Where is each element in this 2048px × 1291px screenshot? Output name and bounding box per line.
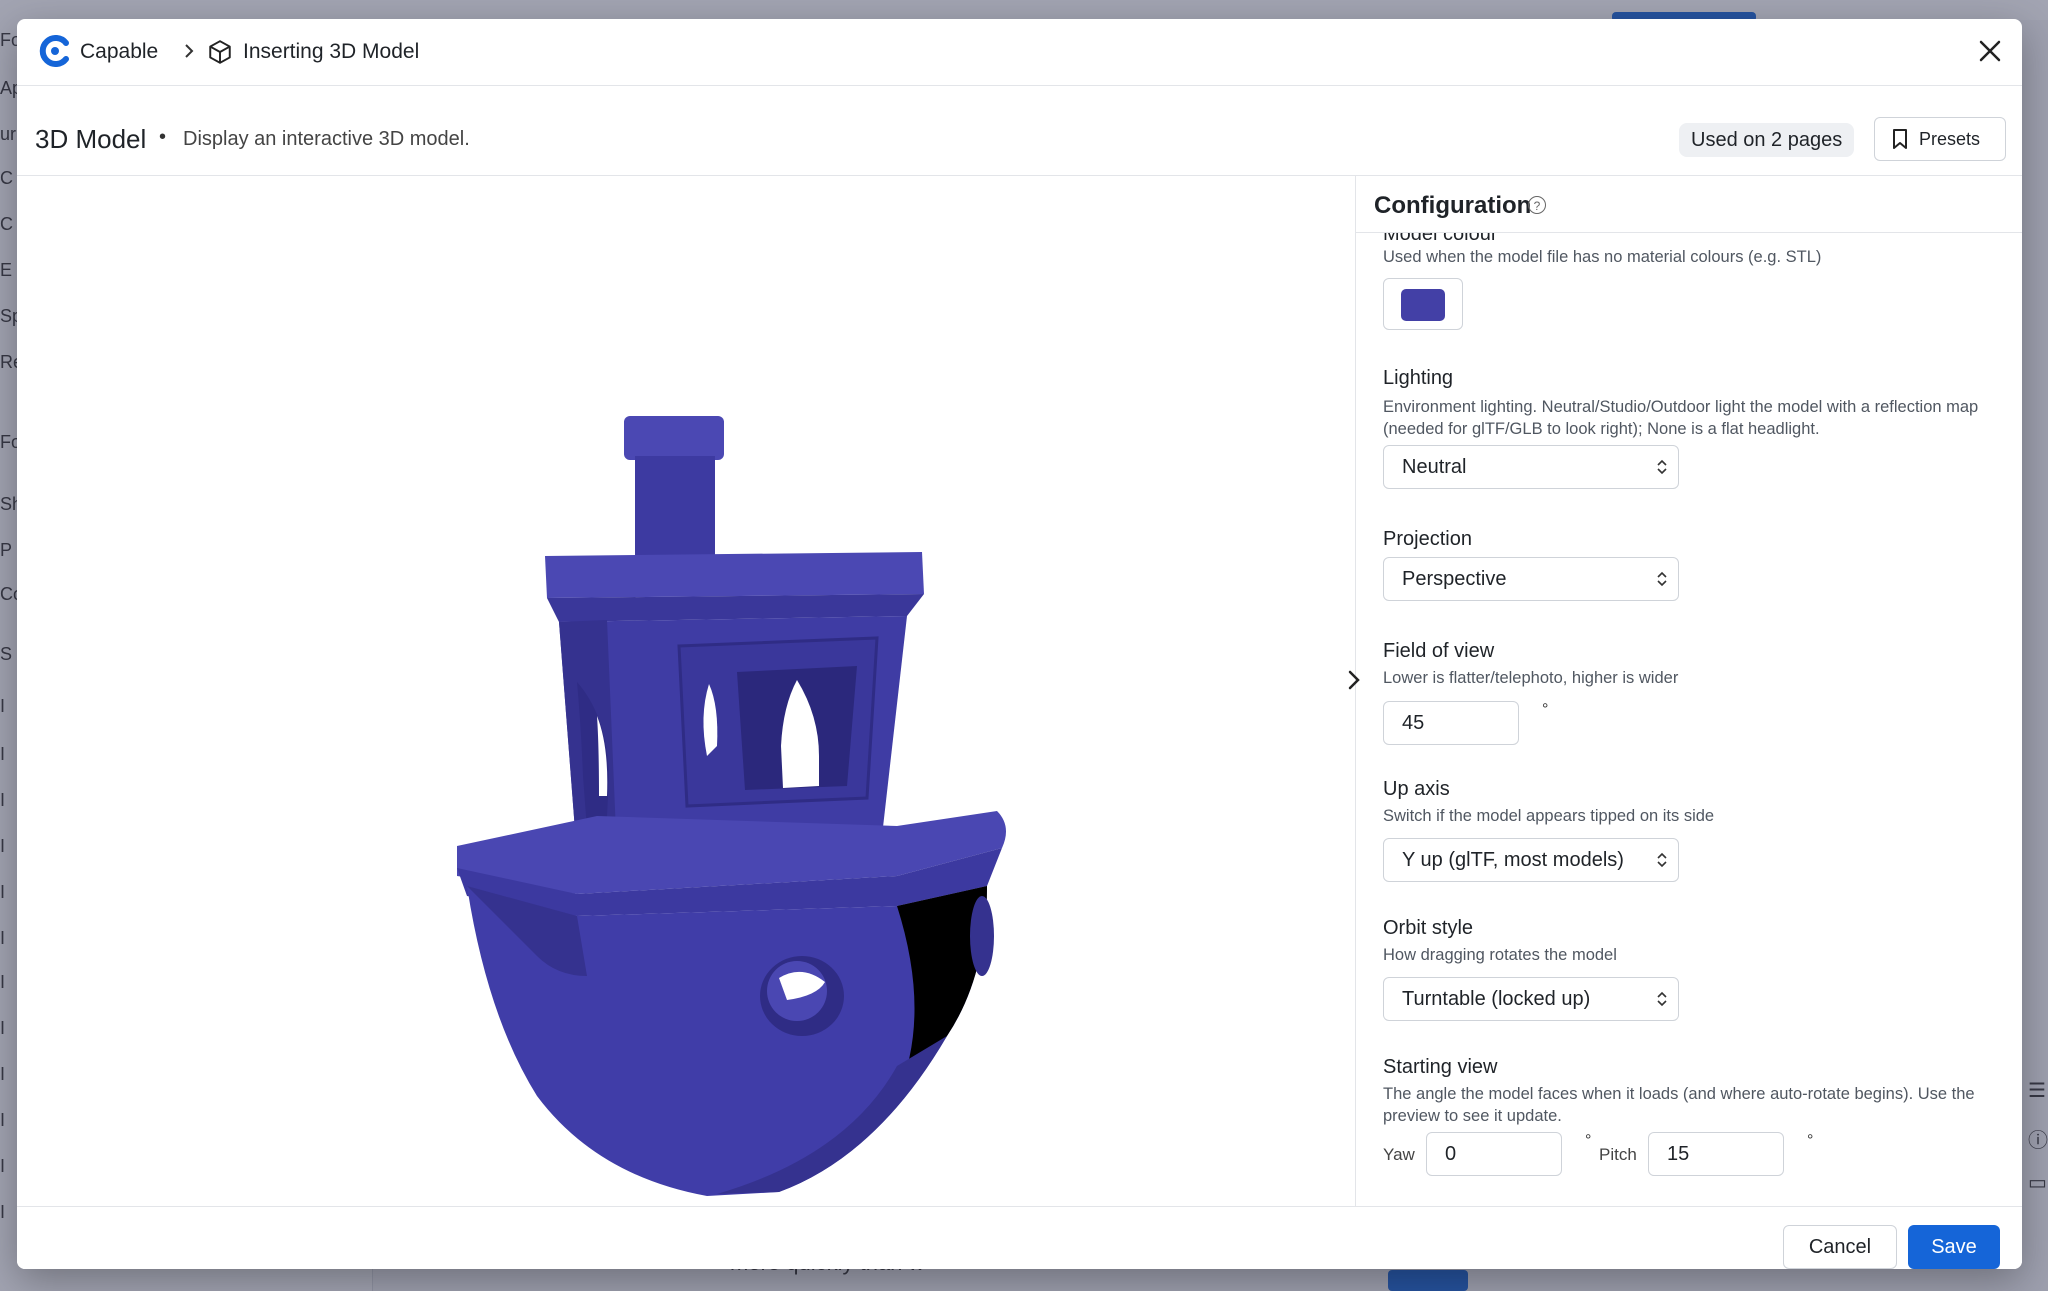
insert-3d-model-dialog: Capable Inserting 3D Model 3D Model • Di… xyxy=(17,19,2022,1269)
projection-value: Perspective xyxy=(1402,568,1507,590)
3d-model-render[interactable] xyxy=(427,416,1007,1196)
help-icon[interactable]: ? xyxy=(1528,196,1546,214)
save-button[interactable]: Save xyxy=(1908,1225,2000,1269)
yaw-label: Yaw xyxy=(1383,1145,1415,1164)
breadcrumb-title: Inserting 3D Model xyxy=(243,40,420,63)
close-icon[interactable] xyxy=(1972,33,2008,69)
chevron-right-icon xyxy=(185,44,194,58)
bookmark-icon xyxy=(1893,129,1907,149)
capable-logo-icon xyxy=(39,35,69,67)
pitch-input[interactable]: 15 xyxy=(1648,1132,1784,1176)
configuration-header: Configuration ? xyxy=(1356,176,2022,233)
field-of-view-description: Lower is flatter/telephoto, higher is wi… xyxy=(1383,669,1679,687)
orbit-style-value: Turntable (locked up) xyxy=(1402,988,1591,1010)
lighting-select[interactable]: Neutral xyxy=(1383,445,1679,489)
model-colour-description: Used when the model file has no material… xyxy=(1383,248,1822,266)
title-separator: • xyxy=(159,126,167,148)
configuration-form[interactable]: Model colour Used when the model file ha… xyxy=(1356,233,2022,1206)
configuration-title: Configuration xyxy=(1374,192,1532,219)
usage-badge[interactable]: Used on 2 pages xyxy=(1679,123,1855,157)
yaw-input[interactable]: 0 xyxy=(1426,1132,1562,1176)
block-title: 3D Model xyxy=(35,124,147,154)
pitch-label: Pitch xyxy=(1599,1145,1637,1164)
field-of-view-input[interactable]: 45 xyxy=(1383,701,1519,745)
model-colour-picker[interactable] xyxy=(1383,278,1463,330)
lighting-label: Lighting xyxy=(1383,367,1454,389)
model-colour-label: Model colour xyxy=(1383,233,1498,245)
yaw-unit: ° xyxy=(1585,1132,1592,1149)
pitch-unit: ° xyxy=(1807,1132,1814,1149)
dialog-subheader: 3D Model • Display an interactive 3D mod… xyxy=(17,86,2022,176)
orbit-style-label: Orbit style xyxy=(1383,917,1474,939)
field-of-view-label: Field of view xyxy=(1383,640,1495,662)
model-preview[interactable] xyxy=(17,176,1360,1206)
lighting-description: Environment lighting. Neutral/Studio/Out… xyxy=(1383,398,1979,438)
starting-view-description: The angle the model faces when it loads … xyxy=(1383,1085,1975,1125)
breadcrumb-brand[interactable]: Capable xyxy=(80,40,158,64)
configuration-panel: Configuration ? Model colour Used when t… xyxy=(1356,176,2022,1206)
updown-chevron-icon xyxy=(1657,991,1667,1007)
dialog-header: Capable Inserting 3D Model xyxy=(17,19,2022,86)
cube-icon xyxy=(209,40,231,64)
lighting-value: Neutral xyxy=(1402,456,1467,478)
starting-view-label: Starting view xyxy=(1383,1056,1498,1078)
field-of-view-unit: ° xyxy=(1542,701,1549,718)
orbit-style-select[interactable]: Turntable (locked up) xyxy=(1383,977,1679,1021)
model-colour-swatch xyxy=(1401,289,1445,321)
block-description: Display an interactive 3D model. xyxy=(183,128,470,150)
updown-chevron-icon xyxy=(1657,571,1667,587)
dialog-footer: Cancel Save xyxy=(17,1206,2022,1269)
updown-chevron-icon xyxy=(1657,852,1667,868)
up-axis-description: Switch if the model appears tipped on it… xyxy=(1383,807,1715,825)
presets-label: Presets xyxy=(1919,128,1981,149)
presets-button[interactable]: Presets xyxy=(1874,117,2006,161)
orbit-style-description: How dragging rotates the model xyxy=(1383,946,1617,964)
up-axis-value: Y up (glTF, most models) xyxy=(1402,849,1624,871)
projection-label: Projection xyxy=(1383,528,1472,550)
projection-select[interactable]: Perspective xyxy=(1383,557,1679,601)
updown-chevron-icon xyxy=(1657,459,1667,475)
cancel-button[interactable]: Cancel xyxy=(1783,1225,1897,1269)
up-axis-label: Up axis xyxy=(1383,778,1450,800)
up-axis-select[interactable]: Y up (glTF, most models) xyxy=(1383,838,1679,882)
